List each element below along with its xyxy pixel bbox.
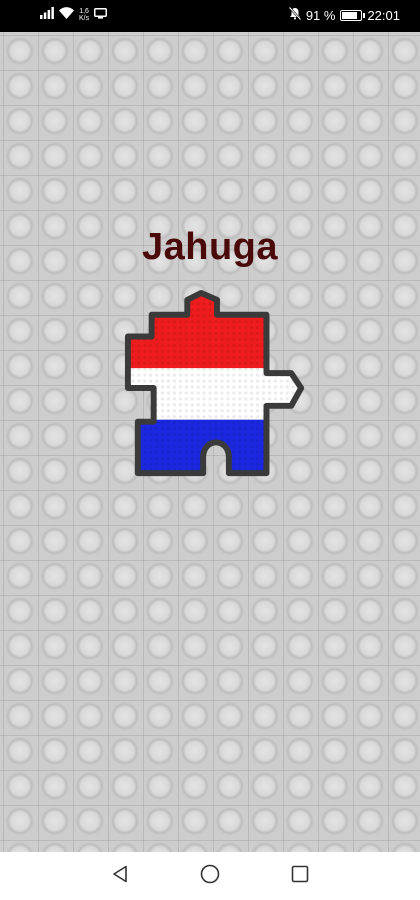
puzzle-piece-logo bbox=[124, 289, 305, 477]
recents-icon bbox=[291, 865, 309, 888]
recents-button[interactable] bbox=[288, 864, 312, 888]
battery-icon bbox=[340, 9, 366, 21]
screen-cast-icon bbox=[94, 7, 108, 22]
status-left-group: 1,6 K/s bbox=[40, 7, 108, 22]
status-bar: 1,6 K/s 91 % 22:01 bbox=[0, 0, 420, 32]
back-icon bbox=[112, 865, 128, 888]
wifi-icon bbox=[59, 7, 74, 22]
network-speed: 1,6 K/s bbox=[79, 8, 89, 22]
battery-level bbox=[342, 11, 358, 19]
navigation-bar bbox=[0, 852, 420, 900]
app-title: Jahuga bbox=[141, 226, 279, 268]
home-button[interactable] bbox=[198, 864, 222, 888]
network-speed-value: 1,6 bbox=[79, 7, 89, 15]
signal-icon bbox=[40, 7, 54, 22]
home-icon bbox=[200, 864, 220, 889]
battery-percent: 91 % bbox=[305, 7, 336, 23]
app-screen: 1,6 K/s 91 % 22:01 Jahuga bbox=[0, 0, 420, 900]
status-right-group: 91 % 22:01 bbox=[288, 6, 400, 23]
back-button[interactable] bbox=[108, 864, 132, 888]
mute-icon bbox=[288, 6, 302, 23]
network-speed-unit: K/s bbox=[79, 14, 90, 22]
clock: 22:01 bbox=[367, 7, 400, 23]
